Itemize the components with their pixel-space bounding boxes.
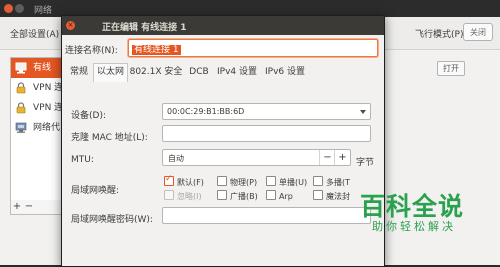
dialog-title: 正在编辑 有线连接 1 <box>102 23 187 33</box>
vpn-lock-icon <box>16 82 26 94</box>
mtu-stepper[interactable]: 自动 − + <box>162 149 351 166</box>
all-settings-button[interactable]: 全部设置(A) <box>10 27 59 40</box>
window-controls <box>4 4 26 14</box>
checkbox-icon <box>313 190 323 200</box>
window-close-button[interactable] <box>4 4 13 13</box>
ethernet-panel: 设备(D): 00:0C:29:B1:BB:6D 克隆 MAC 地址(L): M… <box>63 82 383 266</box>
wol-arp-checkbox[interactable]: Arp <box>266 190 293 201</box>
watermark-subtitle: 助你轻松解决 <box>372 220 456 233</box>
wol-multicast-label: 多播(T <box>326 178 351 187</box>
mtu-decrement-button[interactable]: − <box>319 150 335 165</box>
wol-broadcast-label: 广播(B) <box>230 192 258 201</box>
mtu-label: MTU: <box>71 155 94 165</box>
checkbox-icon <box>266 190 276 200</box>
checkbox-icon <box>266 176 276 186</box>
connection-name-label: 连接名称(N): <box>65 46 118 56</box>
window-title: 网络 <box>34 6 53 16</box>
airplane-mode-label: 飞行模式(P) <box>415 30 464 40</box>
network-sidebar: 有线 VPN 连 VPN 连 网络代 <box>10 57 67 202</box>
sidebar-item-wired[interactable]: 有线 <box>11 58 66 78</box>
checkbox-checked-icon <box>164 174 174 186</box>
checkbox-icon <box>217 190 227 200</box>
mtu-increment-button[interactable]: + <box>334 150 350 165</box>
tab-ipv4-settings[interactable]: IPv4 设置 <box>214 64 260 81</box>
settings-tabs: 常规 以太网 802.1X 安全性 DCB IPv4 设置 IPv6 设置 <box>63 63 383 94</box>
tab-8021x-security[interactable]: 802.1X 安全性 <box>127 64 185 94</box>
wol-physical-checkbox[interactable]: 物理(P) <box>217 176 257 188</box>
tab-dcb[interactable]: DCB <box>187 64 211 81</box>
sidebar-item-label: VPN 连 <box>33 83 64 93</box>
sidebar-item-vpn-2[interactable]: VPN 连 <box>11 98 66 118</box>
tab-ethernet[interactable]: 以太网 <box>93 63 128 83</box>
tab-general[interactable]: 常规 <box>66 64 92 81</box>
airplane-mode-switch[interactable]: 关闭 <box>463 23 493 41</box>
wol-password-field[interactable] <box>162 207 371 224</box>
close-icon[interactable]: × <box>66 21 75 30</box>
wired-network-icon <box>15 62 27 74</box>
sidebar-item-label: 网络代 <box>33 123 61 133</box>
checkbox-icon <box>313 176 323 186</box>
wol-password-label: 局域网唤醒密码(W): <box>71 215 153 225</box>
network-proxy-icon <box>15 122 27 133</box>
wol-physical-label: 物理(P) <box>230 178 258 187</box>
wol-magic-checkbox[interactable]: 魔法封 <box>313 190 350 202</box>
vpn-lock-icon <box>16 102 26 114</box>
watermark: 百科全说 助你轻松解决 <box>360 187 485 242</box>
wol-default-label: 默认(F) <box>177 178 204 187</box>
mtu-value: 自动 <box>168 154 184 163</box>
device-combo[interactable]: 00:0C:29:B1:BB:6D <box>162 103 371 120</box>
sidebar-item-proxy[interactable]: 网络代 <box>11 118 66 138</box>
connection-name-input[interactable]: 有线连接 1 <box>128 39 378 57</box>
wol-ignore-label: 忽略(I) <box>177 192 202 201</box>
sidebar-item-vpn-1[interactable]: VPN 连 <box>11 78 66 98</box>
edit-connection-dialog: × 正在编辑 有线连接 1 连接名称(N): 有线连接 1 常规 以太网 802… <box>61 15 385 267</box>
wol-multicast-checkbox[interactable]: 多播(T <box>313 176 350 188</box>
sidebar-item-label: VPN 连 <box>33 103 64 113</box>
window-minimize-button[interactable] <box>15 4 24 13</box>
wol-default-checkbox[interactable]: 默认(F) <box>164 174 204 188</box>
wol-magic-label: 魔法封 <box>326 192 350 201</box>
remove-connection-button[interactable]: − <box>23 200 35 214</box>
device-power-switch[interactable]: 打开 <box>437 61 465 76</box>
wake-on-lan-label: 局域网唤醒: <box>71 186 120 196</box>
wol-unicast-label: 单播(U) <box>279 178 308 187</box>
wol-ignore-checkbox: 忽略(I) <box>164 190 202 202</box>
cloned-mac-field[interactable] <box>162 125 371 142</box>
checkbox-icon <box>217 176 227 186</box>
device-label: 设备(D): <box>71 111 106 121</box>
sidebar-item-label: 有线 <box>33 63 52 73</box>
add-connection-button[interactable]: + <box>11 200 23 214</box>
connection-name-value: 有线连接 1 <box>132 45 181 55</box>
dialog-titlebar: × 正在编辑 有线连接 1 <box>62 16 384 35</box>
cloned-mac-label: 克隆 MAC 地址(L): <box>71 133 148 143</box>
device-value: 00:0C:29:B1:BB:6D <box>167 107 245 116</box>
chevron-down-icon <box>360 110 366 114</box>
wol-broadcast-checkbox[interactable]: 广播(B) <box>217 190 258 202</box>
checkbox-icon <box>164 190 174 200</box>
wol-unicast-checkbox[interactable]: 单播(U) <box>266 176 307 188</box>
wol-arp-label: Arp <box>279 192 293 201</box>
mtu-unit: 字节 <box>356 158 375 168</box>
tab-ipv6-settings[interactable]: IPv6 设置 <box>262 64 308 81</box>
sidebar-toolbar: + − <box>10 200 67 215</box>
